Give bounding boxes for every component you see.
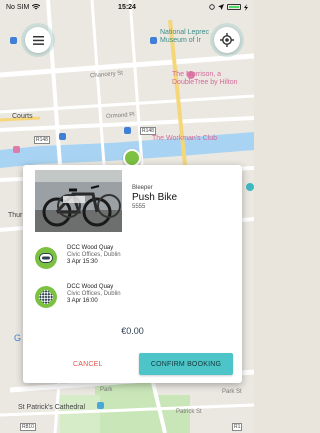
dropoff-address: Civic Offices, Dublin: [67, 291, 121, 297]
map-poi-icon[interactable]: [124, 127, 131, 134]
battery-icon: [227, 4, 242, 10]
status-bar: No SIM 15:24: [0, 0, 254, 14]
bike-name: Push Bike: [132, 192, 178, 203]
booking-card: Bleeper Push Bike 5555 DCC Wood Quay Civ…: [23, 165, 242, 383]
bike-image: [35, 170, 122, 232]
booking-price: €0.00: [121, 326, 144, 336]
map-label-patrick-st: Patrick St: [176, 409, 202, 415]
confirm-booking-button[interactable]: CONFIRM BOOKING: [139, 353, 233, 375]
bike-info: Bleeper Push Bike 5555: [132, 185, 177, 210]
dropoff-title: DCC Wood Quay: [67, 284, 114, 290]
map-poi-icon[interactable]: [10, 37, 17, 44]
road-sign-r1: R1: [232, 423, 243, 431]
pickup-station: DCC Wood Quay Civic Offices, Dublin 3 Ap…: [35, 245, 121, 269]
bike-id: 5555: [132, 204, 146, 210]
pickup-title: DCC Wood Quay: [67, 245, 114, 251]
map-label-g: G: [14, 333, 22, 343]
dropoff-time: 3 Apr 16:00: [67, 298, 98, 304]
road-sign-r148: R148: [34, 136, 50, 144]
map-label-courts: Courts: [12, 113, 33, 120]
map-poi-icon[interactable]: [150, 37, 157, 44]
map-label-cathedral: St Patrick's Cathedral: [18, 404, 86, 411]
cancel-button[interactable]: CANCEL: [73, 354, 103, 374]
map-label-leprechaun: National Leprec Museum of Ir: [160, 29, 210, 44]
map-poi-icon[interactable]: [97, 402, 104, 409]
map-label-workmans: The Workman's Club: [152, 135, 218, 142]
crosshair-icon: [220, 33, 234, 47]
wifi-icon: [32, 4, 41, 10]
status-time: 15:24: [118, 3, 136, 11]
map-label-park: Park: [100, 387, 113, 393]
charging-icon: [244, 3, 249, 11]
carrier-label: No SIM: [6, 3, 30, 11]
map-poi-icon[interactable]: [246, 183, 254, 191]
pickup-time: 3 Apr 15:30: [67, 259, 98, 265]
location-arrow-icon: [218, 4, 225, 10]
menu-button[interactable]: [25, 27, 51, 53]
hamburger-icon: [32, 35, 44, 45]
locate-me-button[interactable]: [214, 27, 240, 53]
map-label-morrison: The Morrison, a DoubleTree by Hilton: [172, 71, 238, 86]
alarm-icon: [209, 4, 215, 10]
map-label-thurs: Thur: [8, 212, 23, 219]
map-poi-icon[interactable]: [59, 133, 66, 140]
bike-photo: [35, 170, 122, 232]
bike-type: Bleeper: [132, 185, 153, 191]
map-label-park-st: Park St: [222, 389, 242, 395]
road-sign-r148b: R148: [140, 127, 156, 135]
road-sign-r810: R810: [20, 423, 36, 431]
map-poi-icon[interactable]: [13, 146, 20, 153]
pickup-address: Civic Offices, Dublin: [67, 252, 121, 258]
dropoff-station: DCC Wood Quay Civic Offices, Dublin 3 Ap…: [35, 284, 121, 308]
pickup-station-icon: [35, 247, 57, 269]
checkered-flag-icon: [35, 286, 57, 308]
